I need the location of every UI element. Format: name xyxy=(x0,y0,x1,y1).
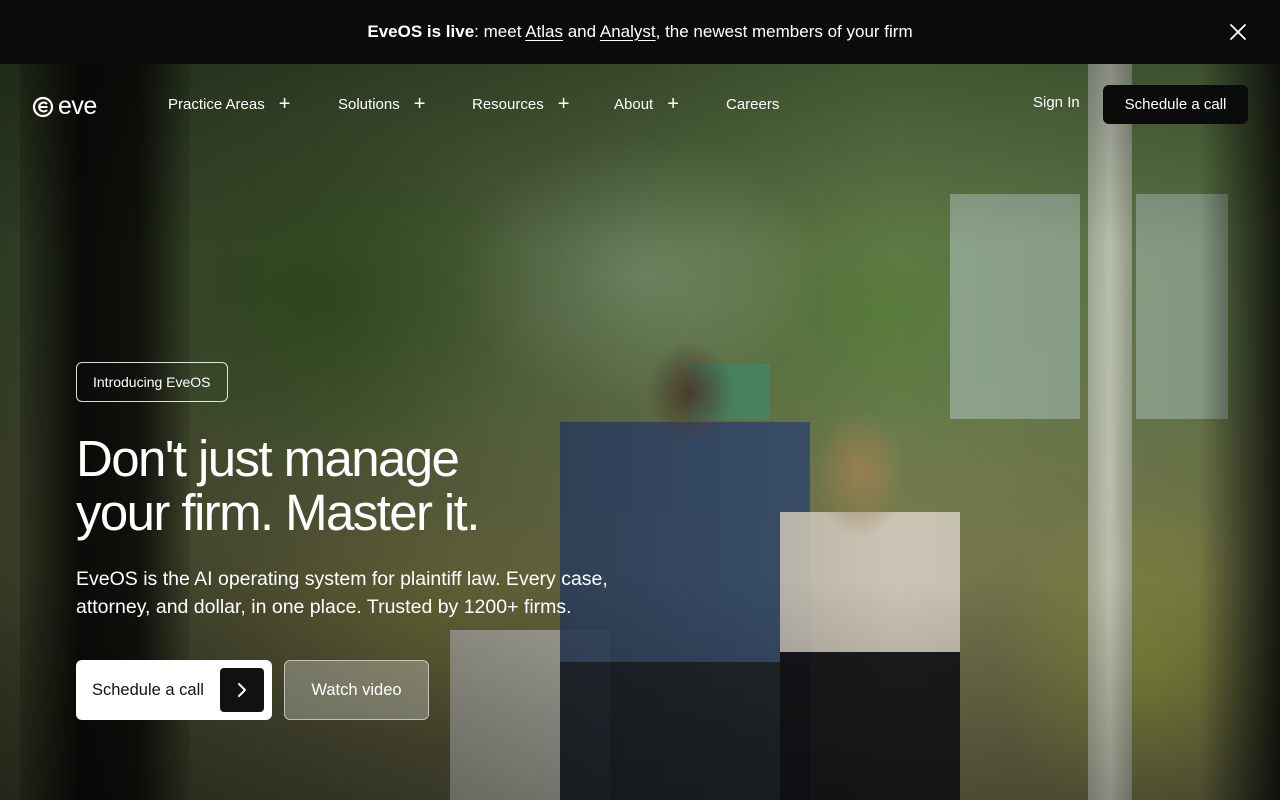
introducing-badge[interactable]: Introducing EveOS xyxy=(76,362,228,402)
main-navigation: eve Practice Areas + Solutions + Resourc… xyxy=(0,64,1280,144)
sign-in-link[interactable]: Sign In xyxy=(1033,94,1080,111)
headline-line-2: your firm. Master it. xyxy=(76,484,480,541)
nav-item-label: Solutions xyxy=(338,95,400,113)
headline-line-1: Don't just manage xyxy=(76,430,460,487)
schedule-call-label: Schedule a call xyxy=(92,680,204,699)
atlas-link[interactable]: Atlas xyxy=(525,22,563,41)
nav-careers[interactable]: Careers xyxy=(726,94,779,114)
eve-logo-icon xyxy=(32,96,54,117)
logo[interactable]: eve xyxy=(32,92,97,121)
hero-subtext: EveOS is the AI operating system for pla… xyxy=(76,565,696,621)
analyst-link[interactable]: Analyst xyxy=(600,22,656,41)
subtext-line-1: EveOS is the AI operating system for pla… xyxy=(76,568,608,590)
hero-headline: Don't just manage your firm. Master it. xyxy=(76,432,696,540)
watch-video-button[interactable]: Watch video xyxy=(284,660,429,720)
announcement-suffix: , the newest members of your firm xyxy=(655,22,913,41)
nav-item-label: Practice Areas xyxy=(168,95,265,113)
announcement-middle: : meet xyxy=(474,22,526,41)
nav-item-label: Resources xyxy=(472,95,544,113)
subtext-line-2: attorney, and dollar, in one place. Trus… xyxy=(76,596,572,618)
announcement-text: EveOS is live: meet Atlas and Analyst, t… xyxy=(367,22,912,42)
nav-item-label: Careers xyxy=(726,95,780,113)
announcement-prefix: EveOS is live xyxy=(367,22,475,41)
schedule-call-nav-button[interactable]: Schedule a call xyxy=(1103,85,1248,124)
nav-solutions[interactable]: Solutions + xyxy=(338,94,425,114)
announcement-and: and xyxy=(563,22,600,41)
plus-icon: + xyxy=(278,93,291,115)
nav-resources[interactable]: Resources + xyxy=(472,94,569,114)
nav-practice-areas[interactable]: Practice Areas + xyxy=(168,94,290,114)
close-icon[interactable] xyxy=(1228,22,1248,42)
announcement-bar: EveOS is live: meet Atlas and Analyst, t… xyxy=(0,0,1280,64)
plus-icon: + xyxy=(413,93,426,115)
plus-icon: + xyxy=(557,93,570,115)
plus-icon: + xyxy=(667,93,679,115)
logo-text: eve xyxy=(58,92,97,120)
nav-item-label: About xyxy=(614,95,654,113)
chevron-right-icon xyxy=(220,668,264,712)
nav-about[interactable]: About + xyxy=(614,94,679,114)
schedule-call-button[interactable]: Schedule a call xyxy=(76,660,272,720)
